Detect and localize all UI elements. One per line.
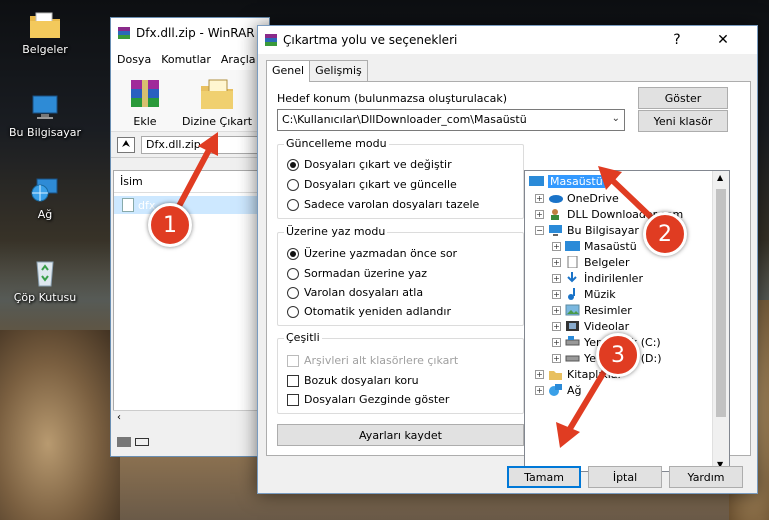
annotation-arrow-1 xyxy=(175,145,213,211)
annotation-badge-2: 2 xyxy=(643,212,687,256)
tab-general[interactable]: Genel xyxy=(266,60,311,82)
annotation-arrows xyxy=(175,132,659,448)
annotation-arrowhead-3 xyxy=(556,422,580,448)
annotation-arrow-2 xyxy=(609,177,659,225)
annotation-badge-3: 3 xyxy=(596,333,640,377)
annotation-badge-1: 1 xyxy=(148,203,192,247)
